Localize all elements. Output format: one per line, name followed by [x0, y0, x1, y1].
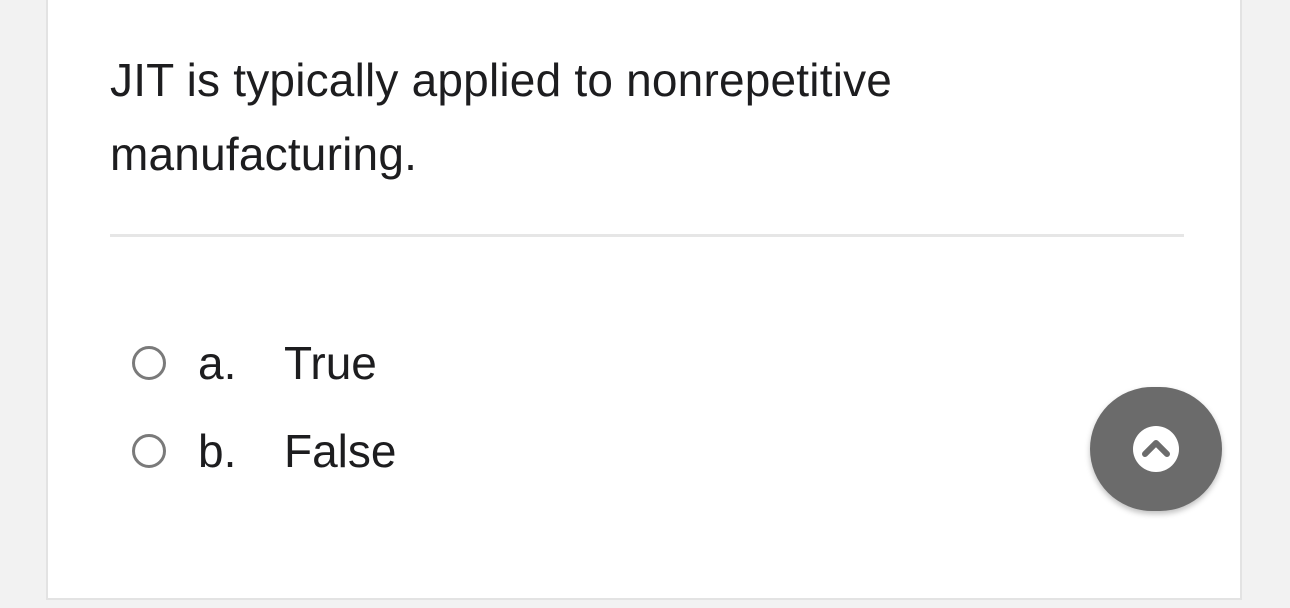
divider — [110, 234, 1184, 237]
answer-options: a. True b. False — [132, 319, 396, 495]
option-label: False — [284, 425, 397, 477]
option-false[interactable]: b. False — [132, 407, 396, 495]
option-label: True — [284, 337, 377, 389]
scroll-to-top-button[interactable] — [1090, 387, 1222, 511]
option-letter: a. — [198, 337, 237, 389]
radio-button-true[interactable] — [132, 346, 166, 380]
chevron-up-circle-icon — [1133, 426, 1179, 472]
question-text: JIT is typically applied to nonrepetitiv… — [110, 54, 893, 180]
option-letter: b. — [198, 425, 237, 477]
radio-button-false[interactable] — [132, 434, 166, 468]
option-true[interactable]: a. True — [132, 319, 396, 407]
question-card: JIT is typically applied to nonrepetitiv… — [46, 0, 1242, 600]
